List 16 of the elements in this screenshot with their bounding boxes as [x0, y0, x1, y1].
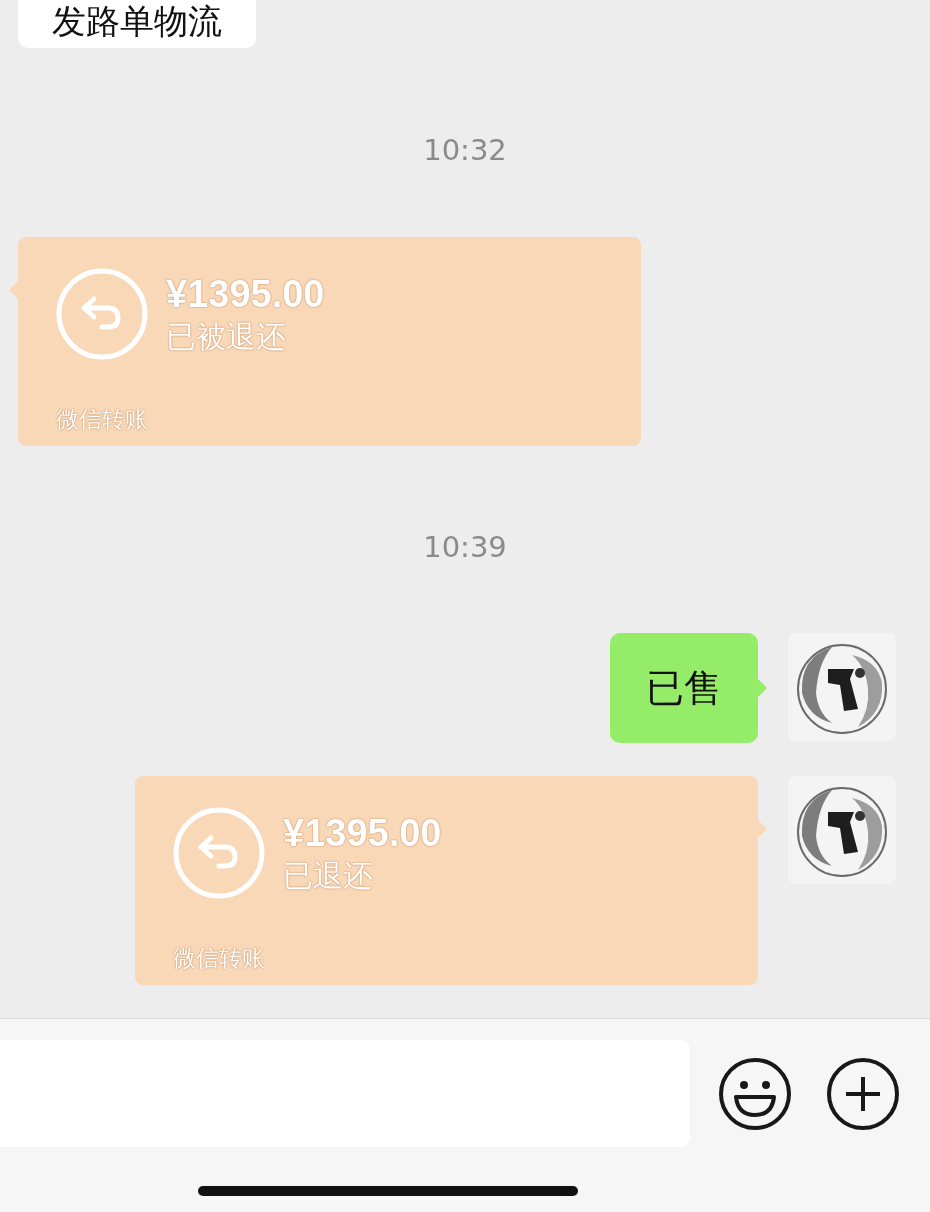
transfer-status: 已退还: [283, 857, 374, 895]
timestamp: 10:32: [423, 132, 507, 169]
message-bubble: 发路单物流: [18, 0, 256, 48]
transfer-label: 微信转账: [56, 405, 149, 434]
transfer-amount: ¥1395.00: [166, 272, 325, 317]
timestamp: 10:39: [423, 529, 507, 566]
transfer-amount: ¥1395.00: [283, 811, 442, 856]
bubble-tail: [758, 820, 767, 838]
avatar[interactable]: [788, 633, 896, 741]
transfer-card[interactable]: ¥1395.00 已被退还 微信转账: [18, 237, 641, 446]
transfer-card[interactable]: ¥1395.00 已退还 微信转账: [135, 776, 758, 985]
emoji-icon[interactable]: [718, 1056, 792, 1131]
avatar[interactable]: [788, 776, 896, 884]
plus-icon[interactable]: [826, 1056, 900, 1131]
transfer-label: 微信转账: [173, 944, 266, 973]
transfer-status: 已被退还: [166, 318, 287, 356]
